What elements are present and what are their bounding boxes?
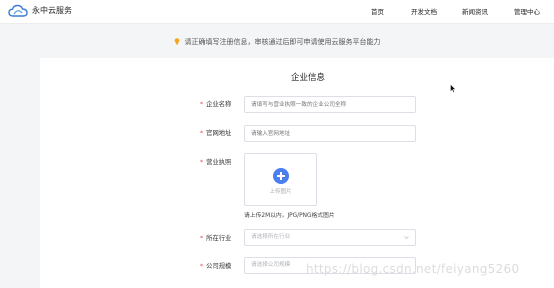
nav-news[interactable]: 新闻资讯 <box>462 6 488 16</box>
brand-name: 永中云服务 <box>32 6 72 15</box>
upload-hint: 请上传2M以内，JPG/PNG格式图片 <box>244 213 335 219</box>
registration-notice: 请正确填写注册信息，审核通过后即可申请使用云服务平台能力 <box>0 30 554 54</box>
chevron-down-icon <box>404 236 409 240</box>
required-mark: * <box>200 101 204 108</box>
plus-icon <box>273 168 289 184</box>
company-name-input[interactable] <box>244 96 416 113</box>
form-title: 企业信息 <box>290 73 325 83</box>
mouse-cursor-icon <box>450 84 456 93</box>
industry-placeholder: 请选择所在行业 <box>251 234 291 240</box>
lightbulb-icon <box>174 38 179 45</box>
upload-text: 上传图片 <box>269 189 292 195</box>
required-mark: * <box>200 159 204 166</box>
website-input[interactable] <box>244 125 416 142</box>
industry-select[interactable]: 请选择所在行业 <box>244 229 416 246</box>
license-upload-box[interactable]: 上传图片 <box>244 153 317 206</box>
required-mark: * <box>200 235 204 242</box>
nav-home[interactable]: 首页 <box>371 6 384 16</box>
license-label: * 营业执照 <box>200 159 232 166</box>
industry-label: * 所在行业 <box>200 235 232 242</box>
scale-placeholder: 请选择公司规模 <box>251 262 291 268</box>
nav-management-center[interactable]: 管理中心 <box>514 6 540 16</box>
cloud-logo-icon <box>8 4 28 17</box>
watermark: https://blog.csdn.net/feiyang5260 <box>306 262 520 276</box>
required-mark: * <box>200 263 204 270</box>
notice-text: 请正确填写注册信息，审核通过后即可申请使用云服务平台能力 <box>184 38 381 46</box>
company-name-label: * 企业名称 <box>200 101 232 108</box>
top-navbar: 永中云服务 首页 开发文档 新闻资讯 管理中心 <box>0 0 554 24</box>
scale-label: * 公司规模 <box>200 263 232 270</box>
nav-dev-docs[interactable]: 开发文档 <box>411 6 437 16</box>
required-mark: * <box>200 130 204 137</box>
website-label: * 官网地址 <box>200 130 232 137</box>
